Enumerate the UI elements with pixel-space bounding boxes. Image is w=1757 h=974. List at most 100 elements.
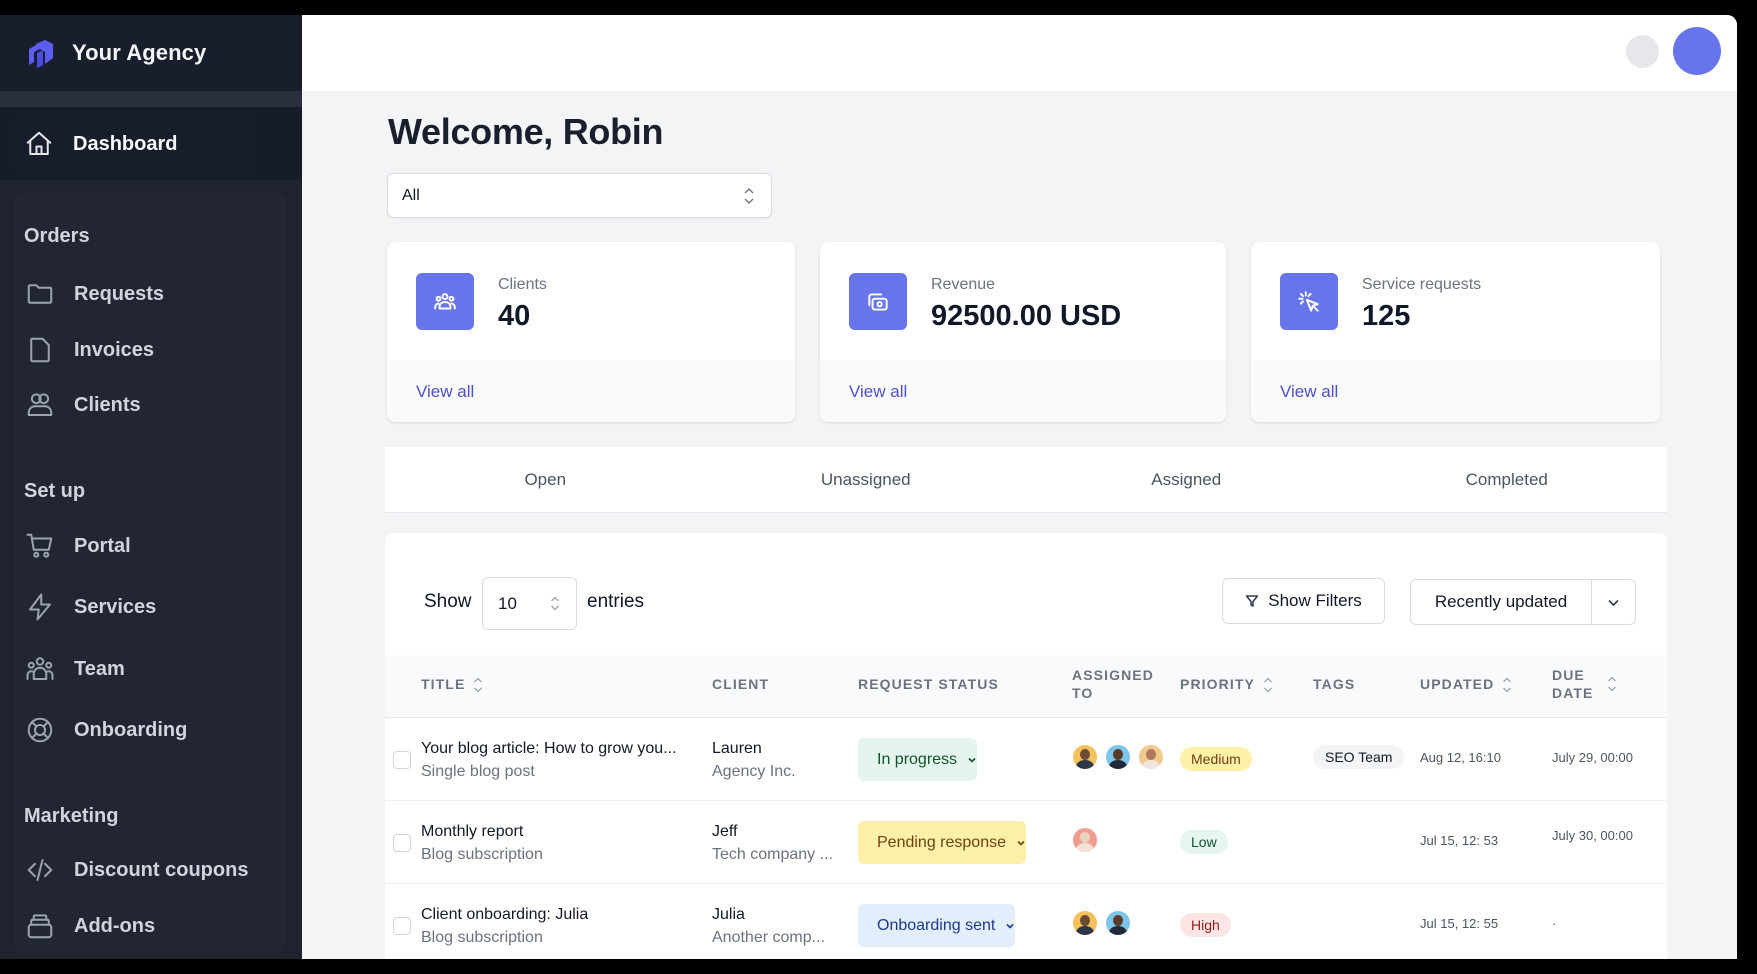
column-priority[interactable]: Priority <box>1180 675 1273 694</box>
column-due-date[interactable]: Due date <box>1552 666 1632 702</box>
sidebar-item-label: Team <box>74 657 125 680</box>
request-title[interactable]: Client onboarding: Julia <box>421 906 588 924</box>
user-group-icon <box>416 273 474 330</box>
assignee-avatar[interactable] <box>1073 828 1097 852</box>
user-avatar[interactable] <box>1673 27 1721 75</box>
column-title[interactable]: Title <box>421 675 483 694</box>
assignee-list <box>1073 828 1106 852</box>
sidebar-item-clients[interactable]: Clients <box>24 387 274 423</box>
lifebuoy-icon <box>24 714 56 746</box>
sort-select[interactable]: Recently updated <box>1410 579 1591 625</box>
chevron-up-down-icon <box>551 596 559 611</box>
client-name[interactable]: Lauren <box>712 740 762 758</box>
filter-select[interactable]: All <box>387 173 772 218</box>
sidebar-item-team[interactable]: Team <box>24 651 274 687</box>
divider <box>0 91 302 107</box>
sidebar-item-label: Invoices <box>74 338 155 361</box>
chevron-down-icon <box>968 757 976 763</box>
notification-indicator[interactable] <box>1626 35 1659 68</box>
status-dropdown[interactable]: In progress <box>858 738 978 781</box>
chevron-down-icon <box>1006 923 1014 929</box>
stat-value: 40 <box>498 300 531 332</box>
view-all-link[interactable]: View all <box>1280 382 1338 402</box>
stat-card-revenue: Revenue 92500.00 USD View all <box>820 242 1226 422</box>
request-service: Blog subscription <box>421 846 543 863</box>
sidebar-item-requests[interactable]: Requests <box>24 276 274 312</box>
entries-per-page-select[interactable]: 10 <box>482 577 577 630</box>
sort-icon <box>1607 675 1617 693</box>
sidebar-item-services[interactable]: Services <box>24 589 274 625</box>
section-orders: Orders <box>24 225 90 247</box>
column-assigned-to: Assigned to <box>1072 667 1154 701</box>
due-date: July 29, 00:00 <box>1552 750 1633 765</box>
tab-assigned[interactable]: Assigned <box>1026 447 1347 512</box>
sidebar-item-label: Portal <box>74 534 131 557</box>
sidebar-item-label: Dashboard <box>73 132 178 155</box>
view-all-link[interactable]: View all <box>849 382 907 402</box>
stat-value: 92500.00 USD <box>931 300 1122 332</box>
filter-icon <box>1245 595 1259 607</box>
request-title[interactable]: Your blog article: How to grow you... <box>421 740 677 758</box>
stat-label: Revenue <box>931 276 996 293</box>
row-checkbox[interactable] <box>393 917 411 935</box>
assignee-avatar[interactable] <box>1139 745 1163 769</box>
brand-name: Your Agency <box>72 40 207 65</box>
sidebar-item-label: Discount coupons <box>74 858 249 881</box>
sidebar-item-dashboard[interactable]: Dashboard <box>10 115 256 173</box>
home-icon <box>23 128 55 160</box>
status-dropdown[interactable]: Onboarding sent <box>858 904 1016 947</box>
tab-open[interactable]: Open <box>385 447 706 512</box>
client-name[interactable]: Julia <box>712 906 745 924</box>
view-all-link[interactable]: View all <box>416 382 474 402</box>
sidebar-item-label: Services <box>74 595 157 618</box>
sort-select-value: Recently updated <box>1434 592 1568 611</box>
top-bar <box>302 15 1737 91</box>
status-dropdown[interactable]: Pending response <box>858 821 1026 864</box>
filter-select-value: All <box>402 186 420 204</box>
show-filters-button[interactable]: Show Filters <box>1222 578 1385 624</box>
sidebar-item-portal[interactable]: Portal <box>24 528 274 564</box>
table-row[interactable]: Monthly report Blog subscription Jeff Tech … <box>385 801 1667 884</box>
client-company: Tech company ... <box>712 846 833 863</box>
cart-icon <box>24 530 56 562</box>
chevron-down-icon <box>1608 599 1619 606</box>
stat-label: Service requests <box>1362 276 1482 293</box>
assignee-list <box>1073 911 1139 935</box>
requests-table-card: Show 10 entries Show Filters Recently up… <box>385 533 1667 959</box>
column-tags: Tags <box>1313 676 1356 692</box>
tab-completed[interactable]: Completed <box>1347 447 1668 512</box>
client-name[interactable]: Jeff <box>712 823 738 841</box>
tab-unassigned[interactable]: Unassigned <box>706 447 1027 512</box>
brand[interactable]: Your Agency <box>0 15 302 91</box>
section-setup: Set up <box>24 480 86 502</box>
table-row[interactable]: Client onboarding: Julia Blog subscriptio… <box>385 884 1667 959</box>
table-row[interactable]: Your blog article: How to grow you... Sin… <box>385 718 1667 801</box>
chevron-up-down-icon <box>744 188 754 204</box>
sort-dropdown-toggle[interactable] <box>1591 579 1636 625</box>
row-checkbox[interactable] <box>393 834 411 852</box>
page-title: Welcome, Robin <box>388 111 664 152</box>
cursor-click-icon <box>1280 273 1338 330</box>
sidebar-item-discount-coupons[interactable]: Discount coupons <box>24 852 274 888</box>
column-updated[interactable]: Updated <box>1420 675 1512 694</box>
sidebar-item-invoices[interactable]: Invoices <box>24 332 274 368</box>
show-label: Show <box>424 591 472 612</box>
updated-date: Jul 15, 12: 55 <box>1420 916 1499 931</box>
sidebar-item-add-ons[interactable]: Add-ons <box>24 908 274 944</box>
due-date: July 30, 00:00 <box>1552 828 1633 843</box>
code-icon <box>24 854 56 886</box>
stat-value: 125 <box>1362 300 1411 332</box>
scroll-gutter <box>1667 533 1737 959</box>
row-checkbox[interactable] <box>393 751 411 769</box>
request-title[interactable]: Monthly report <box>421 823 523 841</box>
entries-label: entries <box>587 591 645 612</box>
assignee-avatar[interactable] <box>1106 745 1130 769</box>
sidebar-item-onboarding[interactable]: Onboarding <box>24 712 274 748</box>
assignee-avatar[interactable] <box>1073 911 1097 935</box>
assignee-avatar[interactable] <box>1106 911 1130 935</box>
table-header: Title Client Request status Assigned to … <box>385 655 1667 718</box>
tag-badge: SEO Team <box>1313 745 1405 769</box>
priority-badge: High <box>1180 913 1231 937</box>
status-label: Pending response <box>877 833 1006 851</box>
assignee-avatar[interactable] <box>1073 745 1097 769</box>
